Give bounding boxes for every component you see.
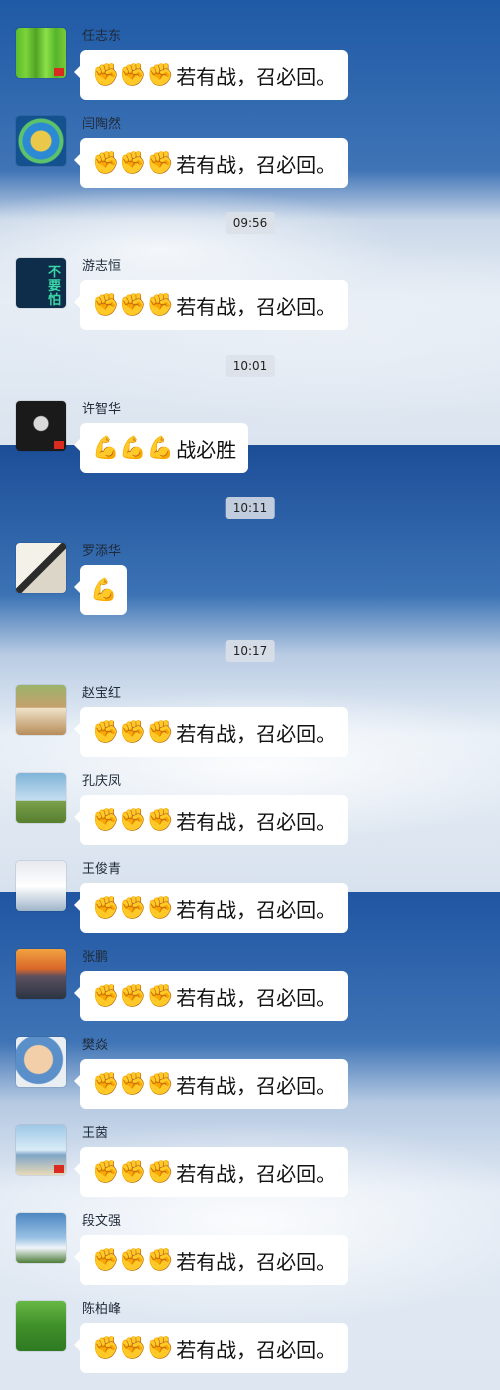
fist-emoji-icon: ✊✊✊ bbox=[92, 1071, 175, 1097]
message-text: 若有战，召必回。 bbox=[176, 64, 337, 89]
sender-name: 陈柏峰 bbox=[82, 1302, 122, 1317]
message-bubble[interactable]: ✊✊✊ 若有战，召必回。 bbox=[73, 1235, 349, 1285]
chat-message: 王俊青 ✊✊✊ 若有战，召必回。 bbox=[16, 861, 496, 943]
sender-name: 罗添华 bbox=[82, 544, 122, 559]
pier-sunset-avatar[interactable] bbox=[16, 949, 66, 999]
fist-emoji-icon: ✊✊✊ bbox=[92, 807, 175, 833]
flexed-biceps-emoji-icon: 💪 bbox=[90, 577, 118, 603]
timestamp: 09:56 bbox=[225, 212, 275, 234]
sender-name: 王茵 bbox=[82, 1126, 109, 1141]
chat-message: 樊焱 ✊✊✊ 若有战，召必回。 bbox=[16, 1037, 496, 1119]
sender-name: 段文强 bbox=[82, 1214, 122, 1229]
message-text: 若有战，召必回。 bbox=[176, 985, 337, 1010]
message-text: 若有战，召必回。 bbox=[176, 1337, 337, 1362]
chat-message: 王茵 ✊✊✊ 若有战，召必回。 bbox=[16, 1125, 496, 1207]
sender-name: 任志东 bbox=[82, 29, 122, 44]
sender-name: 孔庆凤 bbox=[82, 774, 122, 789]
message-bubble[interactable]: ✊✊✊ 若有战，召必回。 bbox=[73, 795, 349, 845]
flag-icon bbox=[54, 68, 64, 76]
fist-emoji-icon: ✊✊✊ bbox=[92, 62, 175, 88]
flag-icon bbox=[54, 1165, 64, 1173]
avatar-caption: 不要怕 bbox=[48, 265, 62, 308]
fist-emoji-icon: ✊✊✊ bbox=[92, 150, 175, 176]
chat-message: 张鹏 ✊✊✊ 若有战，召必回。 bbox=[16, 949, 496, 1031]
chat-message: 陈柏峰 ✊✊✊ 若有战，召必回。 bbox=[16, 1301, 496, 1383]
sender-name: 王俊青 bbox=[82, 862, 122, 877]
chat-message: 任志东 ✊✊✊ 若有战，召必回。 bbox=[16, 28, 496, 110]
cartoon-avatar[interactable]: 不要怕 bbox=[16, 258, 66, 308]
message-bubble[interactable]: 💪💪💪 战必胜 bbox=[73, 423, 249, 473]
baby-photo-avatar[interactable] bbox=[16, 1037, 66, 1087]
fist-emoji-icon: ✊✊✊ bbox=[92, 983, 175, 1009]
message-text: 战必胜 bbox=[176, 437, 237, 462]
chat-message: 赵宝红 ✊✊✊ 若有战，召必回。 bbox=[16, 685, 496, 767]
chat-message: 段文强 ✊✊✊ 若有战，召必回。 bbox=[16, 1213, 496, 1295]
chat-message: 罗添华 💪 bbox=[16, 543, 496, 625]
sender-name: 闫陶然 bbox=[82, 117, 122, 132]
fist-emoji-icon: ✊✊✊ bbox=[92, 1247, 175, 1273]
fist-emoji-icon: ✊✊✊ bbox=[92, 1335, 175, 1361]
timestamp: 10:17 bbox=[225, 640, 275, 662]
message-text: 若有战，召必回。 bbox=[176, 294, 337, 319]
message-text: 若有战，召必回。 bbox=[176, 897, 337, 922]
sender-name: 许智华 bbox=[82, 402, 122, 417]
fist-emoji-icon: ✊✊✊ bbox=[92, 719, 175, 745]
message-bubble[interactable]: ✊✊✊ 若有战，召必回。 bbox=[73, 1323, 349, 1373]
bamboo-avatar[interactable] bbox=[16, 28, 66, 78]
sender-name: 赵宝红 bbox=[82, 686, 122, 701]
message-bubble[interactable]: ✊✊✊ 若有战，召必回。 bbox=[73, 50, 349, 100]
timestamp: 10:11 bbox=[225, 497, 275, 519]
message-bubble[interactable]: ✊✊✊ 若有战，召必回。 bbox=[73, 707, 349, 757]
beach-avatar[interactable] bbox=[16, 1125, 66, 1175]
chat-message: 孔庆凤 ✊✊✊ 若有战，召必回。 bbox=[16, 773, 496, 855]
fist-emoji-icon: ✊✊✊ bbox=[92, 895, 175, 921]
message-bubble[interactable]: 💪 bbox=[73, 565, 128, 615]
chat-message: 不要怕 游志恒 ✊✊✊ 若有战，召必回。 bbox=[16, 258, 496, 340]
message-text: 若有战，召必回。 bbox=[176, 1073, 337, 1098]
sender-name: 樊焱 bbox=[82, 1038, 109, 1053]
chat-message: 许智华 💪💪💪 战必胜 bbox=[16, 401, 496, 483]
message-bubble[interactable]: ✊✊✊ 若有战，召必回。 bbox=[73, 1059, 349, 1109]
message-text: 若有战，召必回。 bbox=[176, 1249, 337, 1274]
palm-tree-avatar[interactable] bbox=[16, 773, 66, 823]
message-bubble[interactable]: ✊✊✊ 若有战，召必回。 bbox=[73, 971, 349, 1021]
sender-name: 张鹏 bbox=[82, 950, 109, 965]
timestamp: 10:01 bbox=[225, 355, 275, 377]
grass-avatar[interactable] bbox=[16, 1301, 66, 1351]
flag-icon bbox=[54, 441, 64, 449]
fist-emoji-icon: ✊✊✊ bbox=[92, 292, 175, 318]
fist-emoji-icon: ✊✊✊ bbox=[92, 1159, 175, 1185]
message-text: 若有战，召必回。 bbox=[176, 809, 337, 834]
sender-name: 游志恒 bbox=[82, 259, 122, 274]
message-bubble[interactable]: ✊✊✊ 若有战，召必回。 bbox=[73, 883, 349, 933]
circle-logo-avatar[interactable] bbox=[16, 116, 66, 166]
painting-avatar[interactable] bbox=[16, 543, 66, 593]
dark-photo-avatar[interactable] bbox=[16, 401, 66, 451]
chat-message: 闫陶然 ✊✊✊ 若有战，召必回。 bbox=[16, 116, 496, 198]
message-bubble[interactable]: ✊✊✊ 若有战，召必回。 bbox=[73, 280, 349, 330]
message-text: 若有战，召必回。 bbox=[176, 721, 337, 746]
man-photo-avatar[interactable] bbox=[16, 685, 66, 735]
message-text: 若有战，召必回。 bbox=[176, 1161, 337, 1186]
message-bubble[interactable]: ✊✊✊ 若有战，召必回。 bbox=[73, 138, 349, 188]
sky-avatar[interactable] bbox=[16, 1213, 66, 1263]
message-bubble[interactable]: ✊✊✊ 若有战，召必回。 bbox=[73, 1147, 349, 1197]
woman-photo-avatar[interactable] bbox=[16, 861, 66, 911]
flexed-biceps-emoji-icon: 💪💪💪 bbox=[92, 435, 175, 461]
message-text: 若有战，召必回。 bbox=[176, 152, 337, 177]
